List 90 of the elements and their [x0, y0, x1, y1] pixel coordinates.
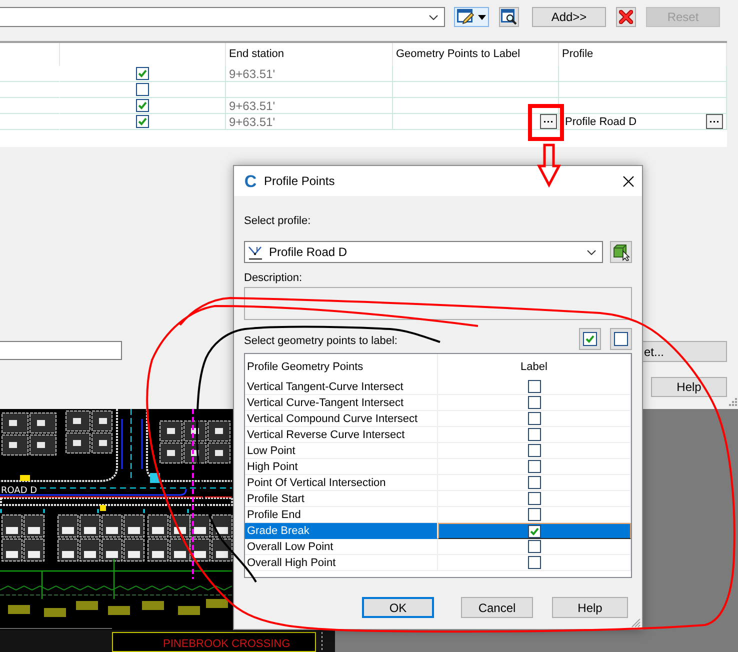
window-pencil-icon: [457, 9, 475, 25]
checkbox[interactable]: [528, 396, 540, 409]
list-row[interactable]: Overall High Point: [245, 555, 631, 571]
cross-icon: [619, 10, 633, 24]
table-cell: 9+63.51': [226, 98, 393, 114]
checked-box-icon: [583, 332, 597, 346]
close-icon: [622, 176, 634, 186]
column-header: End station: [226, 43, 393, 66]
empty-box-icon: [614, 332, 628, 346]
uncheck-all-button[interactable]: [610, 328, 632, 350]
point-name: Vertical Compound Curve Intersect: [247, 412, 418, 424]
list-row[interactable]: Vertical Reverse Curve Intersect: [245, 427, 631, 443]
remove-button[interactable]: [616, 7, 636, 27]
list-row[interactable]: Point Of Vertical Intersection: [245, 475, 631, 491]
column-header: Profile Geometry Points: [245, 354, 438, 379]
caret-icon: [478, 14, 486, 20]
zoom-button[interactable]: [499, 7, 519, 27]
check-all-button[interactable]: [579, 328, 601, 350]
checkbox[interactable]: [528, 492, 540, 505]
checkbox[interactable]: [136, 83, 149, 96]
list-row[interactable]: Vertical Tangent-Curve Intersect: [245, 379, 631, 395]
ellipsis-button[interactable]: [540, 114, 557, 129]
point-name: Profile End: [247, 508, 301, 520]
description-field[interactable]: [244, 287, 632, 320]
list-row[interactable]: Grade Break: [245, 523, 631, 539]
list-caption: Select geometry points to label:: [244, 334, 398, 346]
checkbox[interactable]: [528, 444, 540, 457]
help-button[interactable]: Help: [552, 597, 628, 618]
annotation-arrow: [536, 144, 562, 188]
cube-cursor-icon: [612, 243, 630, 261]
dropdown-field[interactable]: [0, 7, 445, 27]
checkbox[interactable]: [136, 67, 149, 80]
checkbox[interactable]: [528, 540, 540, 553]
table-cell: 9+63.51': [226, 114, 393, 130]
list-row[interactable]: Low Point: [245, 443, 631, 459]
chevron-down-icon: [587, 250, 596, 254]
window-magnifier-icon: [501, 9, 517, 25]
checkbox[interactable]: [528, 524, 541, 538]
help-button[interactable]: Help: [651, 377, 727, 397]
chevron-down-icon: [429, 14, 438, 20]
app-logo: C: [243, 172, 258, 190]
checkbox[interactable]: [136, 99, 149, 112]
list-row[interactable]: High Point: [245, 459, 631, 475]
point-name: Profile Start: [247, 492, 304, 504]
point-name: Point Of Vertical Intersection: [247, 476, 386, 488]
field-label: Description:: [244, 271, 302, 285]
ellipsis-button[interactable]: [706, 114, 723, 129]
ellipsis-icon: [710, 120, 719, 123]
point-name: Vertical Reverse Curve Intersect: [247, 428, 405, 440]
checkbox[interactable]: [136, 115, 149, 128]
point-name: Grade Break: [247, 524, 310, 536]
point-name: Overall High Point: [247, 556, 336, 568]
partly-hidden-button[interactable]: et...: [643, 341, 727, 362]
point-name: Overall Low Point: [247, 540, 334, 552]
list-row[interactable]: Vertical Compound Curve Intersect: [245, 411, 631, 427]
column-header: Geometry Points to Label: [393, 43, 559, 66]
checkbox[interactable]: [528, 412, 540, 425]
list-row[interactable]: Vertical Curve-Tangent Intersect: [245, 395, 631, 411]
point-name: Vertical Curve-Tangent Intersect: [247, 396, 404, 408]
checkbox[interactable]: [528, 476, 540, 489]
edit-split-button[interactable]: [454, 7, 489, 27]
column-header: Profile: [559, 43, 727, 66]
add-button[interactable]: Add>>: [532, 7, 606, 27]
list-row[interactable]: Overall Low Point: [245, 539, 631, 555]
street-label: ROAD D: [1, 486, 38, 496]
text-field[interactable]: [0, 341, 122, 360]
point-name: High Point: [247, 460, 298, 472]
list-row[interactable]: Profile Start: [245, 491, 631, 507]
column-header: Label: [438, 354, 631, 379]
checkbox[interactable]: [528, 556, 540, 569]
pick-from-drawing-button[interactable]: [610, 241, 632, 263]
checkbox[interactable]: [528, 428, 540, 441]
table-cell: 9+63.51': [226, 66, 393, 82]
ellipsis-icon: [544, 120, 553, 123]
resize-grip-icon[interactable]: [631, 618, 641, 628]
profile-name: Profile Road D: [565, 116, 637, 128]
checkbox[interactable]: [528, 508, 540, 521]
profile-dropdown[interactable]: Profile Road D: [244, 241, 603, 263]
profile-curve-icon: [248, 244, 263, 260]
annotation-rectangle: [528, 104, 564, 141]
checkbox[interactable]: [528, 460, 540, 473]
point-name: Low Point: [247, 444, 296, 456]
title-block-text: PINEBROOK CROSSING: [163, 638, 290, 650]
dialog-title: Profile Points: [264, 174, 335, 188]
checkbox[interactable]: [528, 380, 540, 393]
ok-button[interactable]: OK: [362, 597, 434, 618]
field-label: Select profile:: [244, 214, 311, 228]
cancel-button[interactable]: Cancel: [461, 597, 533, 618]
point-name: Vertical Tangent-Curve Intersect: [247, 380, 404, 392]
resize-grip-icon[interactable]: [729, 398, 737, 406]
